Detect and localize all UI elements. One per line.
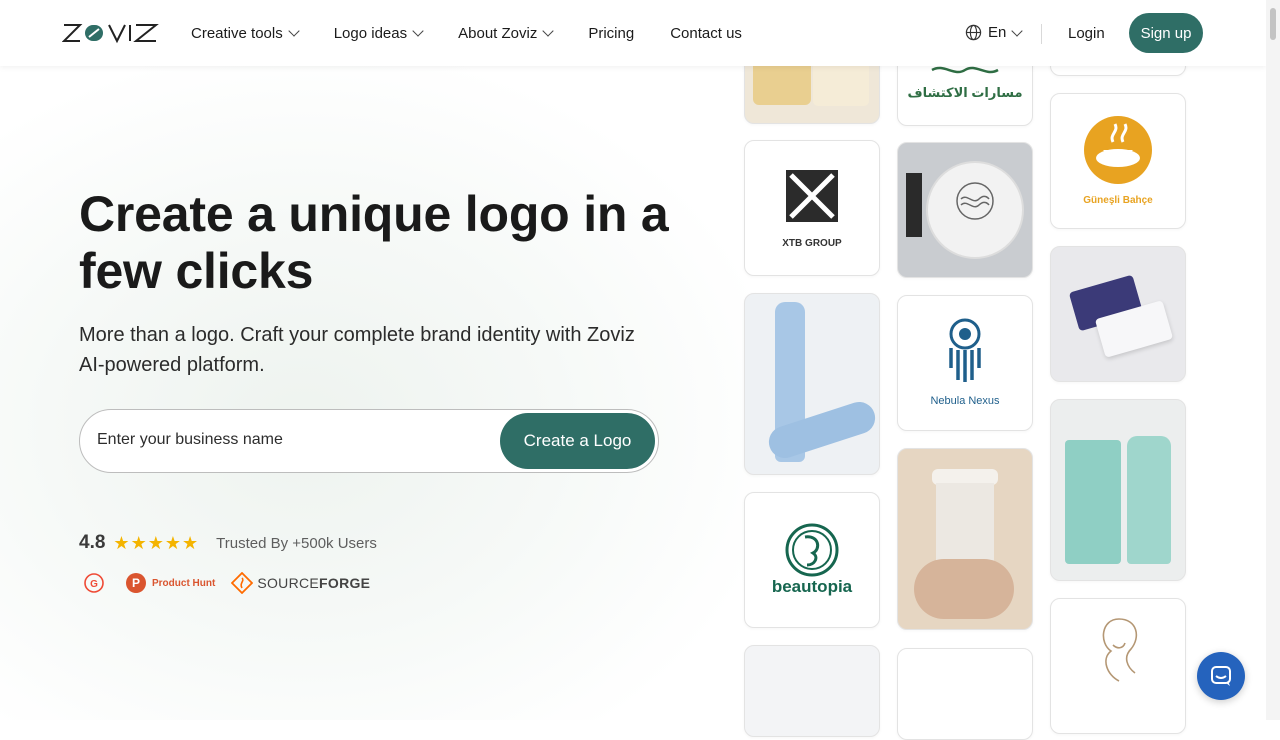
producthunt-badge[interactable]: P Product Hunt xyxy=(126,573,215,593)
trusted-text: Trusted By +500k Users xyxy=(216,534,377,552)
wave-logo-icon xyxy=(956,182,994,220)
gallery-card-line-face[interactable] xyxy=(1050,598,1186,734)
business-name-input[interactable] xyxy=(95,430,489,450)
gallery-card-beautopia[interactable]: beautopia xyxy=(744,492,880,628)
gallery-card-bluewave[interactable] xyxy=(897,142,1033,278)
chevron-down-icon xyxy=(288,25,300,37)
star-icon: ★ xyxy=(113,533,130,553)
business-name-form: Create a Logo xyxy=(79,409,659,473)
review-badges: G P Product Hunt SOURCEFORGE xyxy=(84,572,370,594)
sourceforge-icon xyxy=(231,572,254,594)
signup-button[interactable]: Sign up xyxy=(1129,13,1203,53)
xtb-caption: XTB GROUP xyxy=(782,238,842,249)
rating-value: 4.8 xyxy=(79,532,106,553)
main-nav: Creative tools Logo ideas About Zoviz Pr… xyxy=(191,0,778,66)
sourceforge-label-bold: FORGE xyxy=(319,575,371,591)
gallery-card-stationery[interactable] xyxy=(744,645,880,737)
hero-title: Create a unique logo in a few clicks xyxy=(79,186,669,299)
nav-logo-ideas[interactable]: Logo ideas xyxy=(333,24,424,42)
hero-subtitle: More than a logo. Craft your complete br… xyxy=(79,324,635,376)
star-icon: ★ xyxy=(130,533,147,553)
login-link[interactable]: Login xyxy=(1068,25,1105,42)
sourceforge-badge[interactable]: SOURCEFORGE xyxy=(231,572,370,594)
nav-about-zoviz-label: About Zoviz xyxy=(458,24,538,42)
nav-pricing-label: Pricing xyxy=(588,24,635,42)
gallery-card-coffee-bags[interactable] xyxy=(1050,399,1186,581)
line-art-logo-icon xyxy=(1102,618,1138,682)
star-icon: ★ xyxy=(181,533,199,553)
svg-text:G: G xyxy=(90,579,98,590)
beautopia-logo-icon xyxy=(785,523,839,577)
arabic-caption: مسارات الاكتشاف xyxy=(907,85,1023,100)
sign-bracket xyxy=(906,173,922,237)
gunesli-caption: Güneşli Bahçe xyxy=(1083,195,1153,206)
hero-section: Create a unique logo in a few clicks Mor… xyxy=(79,186,699,380)
language-label: En xyxy=(988,24,1007,41)
star-icon: ★ xyxy=(147,533,164,553)
producthunt-label: Product Hunt xyxy=(152,577,216,589)
rating-row: 4.8 ★ ★ ★ ★ ★ Trusted By +500k Users xyxy=(79,532,377,554)
gallery-card-business-cards[interactable] xyxy=(1050,246,1186,382)
nav-logo-ideas-label: Logo ideas xyxy=(333,24,408,42)
create-logo-button[interactable]: Create a Logo xyxy=(500,413,655,469)
gallery-card-line-logo[interactable] xyxy=(897,648,1033,740)
nav-pricing[interactable]: Pricing xyxy=(588,25,634,42)
coffee-bag-shape xyxy=(1065,440,1121,564)
round-sign xyxy=(926,161,1024,259)
g2-logo[interactable]: G xyxy=(84,573,104,593)
hands-shape xyxy=(914,559,1014,619)
chat-icon xyxy=(1211,666,1231,686)
gallery-card-nebula[interactable]: Nebula Nexus xyxy=(897,295,1033,431)
nebula-caption: Nebula Nexus xyxy=(930,395,1000,407)
gallery-card-coffee-cup[interactable] xyxy=(897,448,1033,630)
chevron-down-icon xyxy=(1011,24,1024,37)
beautopia-caption: beautopia xyxy=(771,577,853,596)
header-divider xyxy=(1041,24,1042,44)
nav-creative-tools-label: Creative tools xyxy=(191,24,283,42)
language-selector[interactable]: En xyxy=(965,24,1024,41)
nav-contact-us-label: Contact us xyxy=(670,24,742,42)
scrollbar-thumb[interactable] xyxy=(1270,8,1276,40)
coffee-bag-shape xyxy=(1127,436,1171,564)
nebula-logo-icon xyxy=(949,318,981,382)
sourceforge-label-light: SOURCE xyxy=(257,575,320,591)
page-scrollbar[interactable] xyxy=(1266,0,1280,720)
nav-creative-tools[interactable]: Creative tools xyxy=(191,24,300,42)
gallery-card-xtb[interactable]: XTB GROUP xyxy=(744,140,880,276)
gallery-card-gunesli[interactable]: Güneşli Bahçe xyxy=(1050,93,1186,229)
chevron-down-icon xyxy=(412,25,424,37)
producthunt-icon: P xyxy=(126,573,146,593)
star-icon: ★ xyxy=(164,533,181,553)
sourceforge-label: SOURCEFORGE xyxy=(257,575,370,591)
chat-launcher-button[interactable] xyxy=(1197,652,1245,700)
chevron-down-icon xyxy=(542,25,555,37)
rating-stars: ★ ★ ★ ★ ★ xyxy=(113,534,199,552)
globe-icon xyxy=(965,24,982,41)
zoviz-logo[interactable] xyxy=(62,22,160,44)
gallery-card-bottles[interactable] xyxy=(744,293,880,475)
coffee-logo-icon xyxy=(1084,116,1152,184)
nav-about-zoviz[interactable]: About Zoviz xyxy=(458,24,555,42)
nav-contact-us[interactable]: Contact us xyxy=(670,25,742,42)
xtb-logo-icon xyxy=(786,170,838,222)
top-navbar: Creative tools Logo ideas About Zoviz Pr… xyxy=(0,0,1266,66)
hero-background xyxy=(0,66,760,720)
